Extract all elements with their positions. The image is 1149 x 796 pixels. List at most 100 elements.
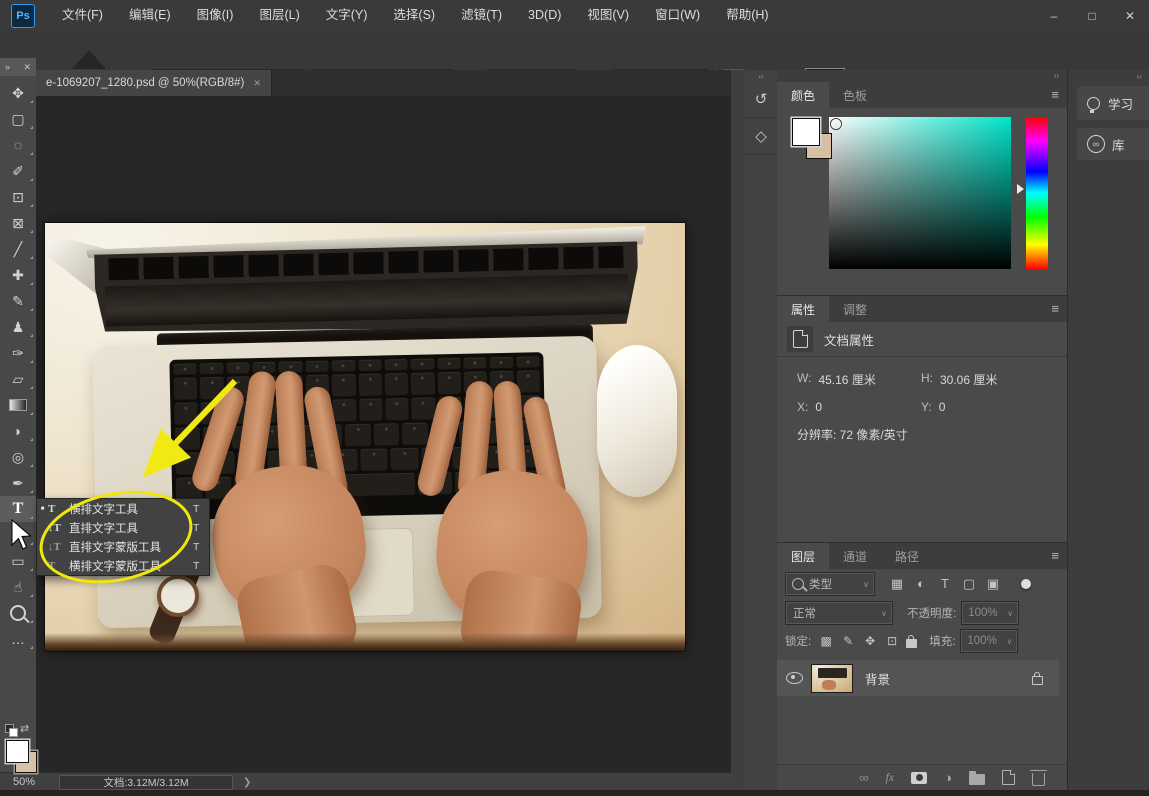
filter-toggle-light[interactable] [1021,579,1031,589]
collapse-dock-icon[interactable]: ‹‹ [745,70,777,81]
toolbar-tool[interactable]: ✚ [0,262,36,288]
toolbar-tool[interactable]: ⊡ [0,184,36,210]
tool-icon: … [11,632,25,646]
document-tab[interactable]: e-1069207_1280.psd @ 50%(RGB/8#) ✕ [36,70,272,96]
layer-row-background[interactable]: 背景 [777,660,1059,696]
filter-icon[interactable]: ◐ [909,576,933,592]
menu-item[interactable]: 3D(D) [515,0,574,31]
toolbar-tool[interactable]: ☝ [0,574,36,600]
toolbar-tool[interactable] [0,600,36,626]
toolbar-tool[interactable]: … [0,626,36,652]
collapse-dock-icon[interactable]: ‹‹ [1068,70,1149,81]
toolbar-tool[interactable]: ✎ [0,288,36,314]
close-tab-icon[interactable]: ✕ [253,78,261,89]
minimize-button[interactable]: – [1035,0,1073,31]
filter-icon[interactable]: ▦ [885,576,909,592]
flyout-menu-item[interactable]: ↓T 直排文字工具 T [37,518,209,537]
hue-slider-marker[interactable] [1017,184,1024,194]
lock-option-icon[interactable]: ✥ [859,634,881,648]
flyout-menu-item[interactable]: ■ T 横排文字工具 T [37,499,209,518]
toolbar-tool[interactable]: ▱ [0,366,36,392]
flyout-menu-item[interactable]: T 横排文字蒙版工具 T [37,556,209,575]
layer-filter-select[interactable]: 类型 ∨ [785,572,875,596]
panel-tab[interactable]: 色板 [829,82,881,108]
filter-icon[interactable]: ▢ [957,576,981,592]
zoom-level-field[interactable]: 50% [13,776,53,788]
toolbar-tool[interactable]: ◌ [0,132,36,158]
menu-item[interactable]: 窗口(W) [642,0,713,31]
lock-option-icon[interactable]: ▩ [815,634,837,648]
toolbar-tool[interactable]: ✥ [0,80,36,106]
menu-item[interactable]: 视图(V) [574,0,642,31]
libraries-panel-button[interactable]: ∞ 库 [1077,128,1149,160]
menu-item[interactable]: 图层(L) [246,0,312,31]
color-field[interactable] [829,117,1011,269]
link-layers-icon[interactable]: ∞ [859,770,868,785]
panel-tab[interactable]: 通道 [829,543,881,569]
toolbar-tool[interactable]: ⊠ [0,210,36,236]
menu-item[interactable]: 文字(Y) [313,0,381,31]
panel-tab[interactable]: 颜色 [777,82,829,108]
fill-input[interactable]: 100% ∨ [960,629,1018,653]
lock-option-icon[interactable]: ⊡ [881,634,903,648]
toolbar-tool[interactable]: ▢ [0,106,36,132]
hue-slider[interactable] [1026,117,1048,269]
toolbar-tool[interactable]: ✑ [0,340,36,366]
filter-icon[interactable]: T [933,576,957,592]
layer-thumbnail[interactable] [811,664,853,693]
filter-icon[interactable]: ▣ [981,576,1005,592]
blend-mode-select[interactable]: 正常 ∨ [785,601,893,625]
panel-menu-icon[interactable]: ≡ [1051,548,1059,563]
collapse-panels-icon[interactable]: ›› [1054,71,1059,80]
menu-item[interactable]: 滤镜(T) [448,0,515,31]
toolbar-tool[interactable]: T [0,496,36,522]
learn-panel-button[interactable]: 学习 [1077,86,1149,120]
swap-colors-icon[interactable]: ⇄ [20,722,29,735]
toolbar-tool[interactable]: ✒ [0,470,36,496]
close-button[interactable]: ✕ [1111,0,1149,31]
toolbar-tool[interactable]: ╱ [0,236,36,262]
panel-menu-icon[interactable]: ≡ [1051,87,1059,102]
history-panel-button[interactable]: ↺ [745,81,777,118]
default-colors-icon[interactable] [5,724,18,737]
opacity-input[interactable]: 100% ∨ [961,601,1019,625]
status-expander-icon[interactable]: ❯ [243,777,251,788]
panel-tab[interactable]: 调整 [829,296,881,322]
new-group-icon[interactable] [969,774,985,785]
add-layer-mask-icon[interactable] [911,772,927,784]
toolbar-tool[interactable]: ◗ [0,418,36,444]
maximize-button[interactable]: □ [1073,0,1111,31]
home-caret-decoration [72,50,106,69]
panel-tab[interactable]: 图层 [777,543,829,569]
flyout-menu-item[interactable]: ↓T 直排文字蒙版工具 T [37,537,209,556]
panel-menu-icon[interactable]: ≡ [1051,301,1059,316]
foreground-color-swatch[interactable] [6,740,29,763]
foreground-color-swatch[interactable] [792,118,820,146]
menu-item[interactable]: 图像(I) [184,0,247,31]
lock-option-icon[interactable]: ✎ [837,634,859,648]
collapse-toolbar-icon[interactable]: » [5,62,10,72]
toolbar-tool[interactable]: ✐ [0,158,36,184]
toolbar-tool[interactable]: ▭ [0,548,36,574]
delete-layer-icon[interactable] [1032,773,1045,786]
new-layer-icon[interactable] [1002,770,1015,785]
canvas-area[interactable] [36,96,731,772]
menu-item[interactable]: 选择(S) [380,0,448,31]
resolution-value: 分辨率: 72 像素/英寸 [797,426,908,443]
adjustment-layer-icon[interactable]: ◑ [944,770,952,785]
visibility-toggle[interactable] [777,672,811,684]
menu-item[interactable]: 文件(F) [49,0,116,31]
lock-all-icon[interactable] [906,639,917,648]
width-label: W: [797,371,811,388]
3d-panel-button[interactable]: ◇ [745,118,777,155]
toolbar-tool[interactable]: ➤ [0,522,36,548]
toolbar-tool[interactable]: ◎ [0,444,36,470]
close-toolbar-icon[interactable]: ✕ [23,62,31,73]
toolbar-tool[interactable]: ♟ [0,314,36,340]
menu-item[interactable]: 编辑(E) [116,0,184,31]
panel-tab[interactable]: 路径 [881,543,933,569]
toolbar-tool[interactable] [0,392,36,418]
layer-effects-icon[interactable]: fx [885,770,894,785]
panel-tab[interactable]: 属性 [777,296,829,322]
menu-item[interactable]: 帮助(H) [713,0,781,31]
